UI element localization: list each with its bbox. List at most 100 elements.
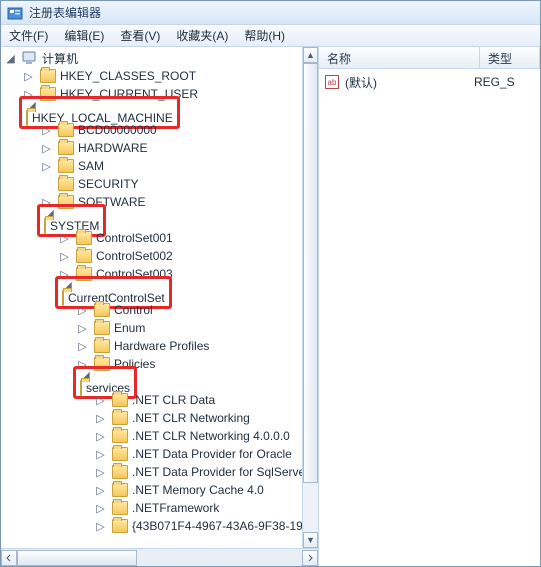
tree-node-security[interactable]: ▷SECURITY [37,175,318,193]
folder-icon [94,303,110,317]
scroll-track[interactable] [303,63,318,532]
tree-node-service[interactable]: ▷.NET CLR Data [91,391,318,409]
column-header-type[interactable]: 类型 [480,47,540,68]
tree-scroll[interactable]: ◢ 计算机 ▷HKEY_CLASSES_ROOT ▷HKEY_CURRENT_U… [1,47,318,548]
tree-node-service[interactable]: ▷ .NET Data Provider for SqlServer [91,463,318,481]
folder-icon [112,519,128,533]
node-label: .NET Memory Cache 4.0 [132,483,264,497]
expand-icon[interactable]: ▷ [41,143,52,154]
expand-icon[interactable]: ▷ [95,485,106,496]
node-label: ControlSet001 [96,231,173,245]
folder-icon [112,429,128,443]
menu-favorites[interactable]: 收藏夹(A) [168,24,236,47]
expand-icon[interactable]: ▷ [77,341,88,352]
menu-view[interactable]: 查看(V) [112,24,168,47]
folder-icon [76,249,92,263]
tree-node-control[interactable]: ▷ Control [73,301,318,319]
expand-icon[interactable]: ▷ [95,503,106,514]
scroll-down-button[interactable]: ▼ [303,532,318,548]
expand-icon[interactable]: ▷ [95,395,106,406]
tree-node-service[interactable]: ▷{43B071F4-4967-43A6-9F38-193 [91,517,318,535]
list-header: 名称 类型 [319,47,540,69]
scroll-up-button[interactable]: ▲ [303,47,318,63]
node-label: .NET CLR Networking [132,411,250,425]
tree-node-system[interactable]: ◢SYSTEM [37,211,318,229]
column-header-name[interactable]: 名称 [319,47,480,68]
tree-node-hkcr[interactable]: ▷HKEY_CLASSES_ROOT [19,67,318,85]
expand-icon[interactable]: ▷ [95,413,106,424]
scroll-thumb[interactable] [303,63,318,483]
tree-pane: ◢ 计算机 ▷HKEY_CLASSES_ROOT ▷HKEY_CURRENT_U… [1,47,319,566]
menubar: 文件(F) 编辑(E) 查看(V) 收藏夹(A) 帮助(H) [1,25,540,47]
folder-icon [76,231,92,245]
values-pane: 名称 类型 ab (默认) REG_S [319,47,540,566]
node-label: .NETFramework [132,501,219,515]
tree-node-hklm[interactable]: ◢HKEY_LOCAL_MACHINE [19,103,318,121]
scroll-track[interactable] [17,550,302,566]
tree-node-sam[interactable]: ▷ SAM [37,157,318,175]
tree-node-computer[interactable]: ◢ 计算机 [1,49,318,67]
folder-icon [26,110,28,126]
expand-icon[interactable]: ▷ [59,233,70,244]
tree-node-service[interactable]: ▷ .NET Memory Cache 4.0 [91,481,318,499]
folder-icon [112,483,128,497]
client-area: ◢ 计算机 ▷HKEY_CLASSES_ROOT ▷HKEY_CURRENT_U… [1,47,540,566]
tree-node-service[interactable]: ▷ .NET CLR Networking [91,409,318,427]
tree-node-enum[interactable]: ▷Enum [73,319,318,337]
expand-icon[interactable]: ▷ [41,125,52,136]
folder-icon [58,141,74,155]
tree-node-service[interactable]: ▷ .NET CLR Networking 4.0.0.0 [91,427,318,445]
node-label: 计算机 [42,50,78,67]
tree-node-service[interactable]: ▷ .NET Data Provider for Oracle [91,445,318,463]
node-label: SAM [78,159,104,173]
node-label: .NET Data Provider for Oracle [132,447,292,461]
scroll-thumb[interactable] [17,550,137,566]
list-row[interactable]: ab (默认) REG_S [325,73,534,91]
tree-node-services[interactable]: ◢services [73,373,318,391]
tree-node-cs001[interactable]: ▷ ControlSet001 [55,229,318,247]
expand-icon[interactable]: ▷ [95,449,106,460]
tree-node-ccs[interactable]: ◢CurrentControlSet [55,283,318,301]
menu-edit[interactable]: 编辑(E) [56,24,112,47]
menu-help[interactable]: 帮助(H) [236,24,293,47]
registry-editor-window: 注册表编辑器 文件(F) 编辑(E) 查看(V) 收藏夹(A) 帮助(H) ◢ … [0,0,541,567]
expand-icon[interactable]: ▷ [95,431,106,442]
node-label: BCD00000000 [78,123,157,137]
folder-icon [58,159,74,173]
expand-icon[interactable]: ▷ [59,251,70,262]
tree-horizontal-scrollbar[interactable] [1,548,318,566]
window-title: 注册表编辑器 [29,4,101,21]
folder-icon [112,501,128,515]
expand-icon[interactable]: ▷ [77,323,88,334]
tree-vertical-scrollbar[interactable]: ▲ ▼ [302,47,318,548]
tree-node-service[interactable]: ▷ .NETFramework [91,499,318,517]
node-label: HARDWARE [78,141,148,155]
expand-icon[interactable]: ▷ [95,467,106,478]
expand-icon[interactable]: ▷ [41,161,52,172]
expand-icon[interactable]: ▷ [23,71,34,82]
node-label: SECURITY [78,177,139,191]
expand-icon[interactable]: ▷ [77,305,88,316]
node-label: .NET CLR Networking 4.0.0.0 [132,429,290,443]
collapse-icon[interactable]: ◢ [5,53,16,64]
regedit-icon [7,5,23,21]
value-type: REG_S [474,75,534,89]
string-value-icon: ab [325,75,339,89]
node-label: .NET Data Provider for SqlServer [132,465,309,479]
tree-node-hardware[interactable]: ▷ HARDWARE [37,139,318,157]
node-label: Control [114,303,153,317]
tree-node-cs002[interactable]: ▷ControlSet002 [55,247,318,265]
expand-icon[interactable]: ▷ [95,521,106,532]
folder-icon [80,380,82,396]
folder-icon [112,465,128,479]
tree-node-bcd[interactable]: ▷ BCD00000000 [37,121,318,139]
scroll-left-button[interactable] [1,550,17,566]
node-label: Hardware Profiles [114,339,209,353]
titlebar[interactable]: 注册表编辑器 [1,1,540,25]
folder-icon [94,339,110,353]
value-name: (默认) [345,74,474,91]
list-body[interactable]: ab (默认) REG_S [319,69,540,566]
menu-file[interactable]: 文件(F) [1,24,56,47]
scroll-right-button[interactable] [302,550,318,566]
tree-node-hwprof[interactable]: ▷ Hardware Profiles [73,337,318,355]
